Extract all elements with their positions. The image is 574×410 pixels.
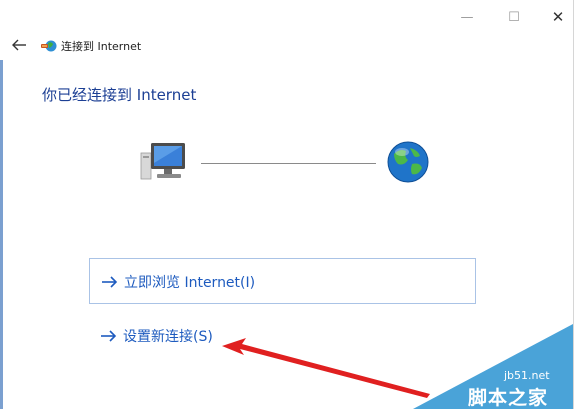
close-icon: ✕ — [551, 8, 565, 26]
connect-to-internet-window: — ☐ ✕ 连接到 Internet 你已经连接到 Internet 立即浏览 … — [0, 0, 574, 409]
red-annotation-arrow — [222, 338, 430, 398]
left-accent-bar — [0, 60, 3, 409]
close-button[interactable]: ✕ — [546, 7, 570, 27]
browse-internet-option[interactable]: 立即浏览 Internet(I) — [89, 258, 476, 304]
arrow-right-icon — [101, 330, 117, 342]
watermark-name: 脚本之家 — [468, 387, 549, 409]
back-button[interactable] — [10, 36, 30, 54]
computer-monitor-icon — [139, 141, 187, 183]
globe-icon — [386, 140, 430, 184]
network-connect-icon — [40, 38, 57, 52]
browse-internet-label: 立即浏览 Internet(I) — [124, 275, 256, 291]
arrow-right-icon — [102, 276, 118, 288]
maximize-icon: ☐ — [508, 9, 520, 25]
watermark-site: jb51.net — [504, 369, 550, 382]
maximize-button[interactable]: ☐ — [502, 7, 526, 27]
connection-line — [201, 163, 376, 164]
minimize-icon: — — [460, 9, 474, 25]
back-arrow-icon — [12, 39, 26, 51]
minimize-button[interactable]: — — [455, 7, 479, 27]
page-heading: 你已经连接到 Internet — [42, 86, 197, 104]
new-connection-label: 设置新连接(S) — [123, 329, 213, 345]
wizard-title: 连接到 Internet — [61, 40, 142, 53]
